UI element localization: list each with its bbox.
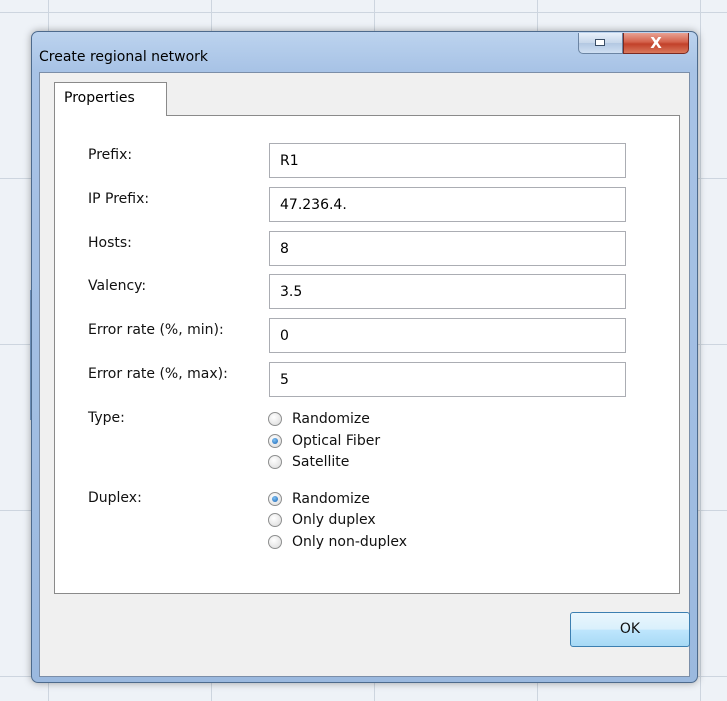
minimize-icon [595,39,605,46]
window-title: Create regional network [39,49,209,65]
minimize-button[interactable] [578,33,623,54]
radio-button-icon[interactable] [268,512,282,527]
type-option-satellite[interactable]: Satellite [268,452,349,471]
title-bar[interactable]: Create regional network X [32,32,697,72]
radio-button-checked-icon[interactable] [268,491,282,506]
duplex-option-randomize[interactable]: Randomize [268,489,370,508]
ip-prefix-input[interactable] [269,187,626,222]
ip-prefix-label: IP Prefix: [88,191,150,207]
close-button[interactable]: X [623,33,689,54]
tab-properties[interactable]: Properties [54,82,167,116]
duplex-option-only-non-duplex[interactable]: Only non-duplex [268,532,407,551]
radio-label: Randomize [292,410,370,427]
error-rate-max-label: Error rate (%, max): [88,366,228,382]
radio-button-icon[interactable] [268,454,282,469]
ok-button[interactable]: OK [570,612,690,647]
radio-label: Only non-duplex [292,533,408,550]
type-label: Type: [88,410,125,426]
error-rate-max-input[interactable] [269,362,626,397]
type-option-optical-fiber[interactable]: Optical Fiber [268,431,380,450]
radio-label: Randomize [292,490,370,507]
error-rate-min-input[interactable] [269,318,626,353]
radio-button-icon[interactable] [268,411,282,426]
radio-label: Only duplex [292,511,376,528]
dialog-client-area: Properties Prefix: IP Prefix: Hosts: Val… [39,72,690,677]
type-option-randomize[interactable]: Randomize [268,409,370,428]
properties-panel: Prefix: IP Prefix: Hosts: Valency: Error… [54,115,680,594]
radio-label: Optical Fiber [292,432,381,449]
radio-button-checked-icon[interactable] [268,433,282,448]
hosts-label: Hosts: [88,235,132,251]
close-icon: X [650,34,662,52]
duplex-label: Duplex: [88,490,142,506]
radio-button-icon[interactable] [268,534,282,549]
radio-label: Satellite [292,453,350,470]
duplex-option-only-duplex[interactable]: Only duplex [268,510,376,529]
prefix-label: Prefix: [88,147,133,163]
valency-label: Valency: [88,278,147,294]
valency-input[interactable] [269,274,626,309]
create-regional-network-dialog: Create regional network X Properties Pre… [31,31,698,683]
error-rate-min-label: Error rate (%, min): [88,322,224,338]
hosts-input[interactable] [269,231,626,266]
prefix-input[interactable] [269,143,626,178]
